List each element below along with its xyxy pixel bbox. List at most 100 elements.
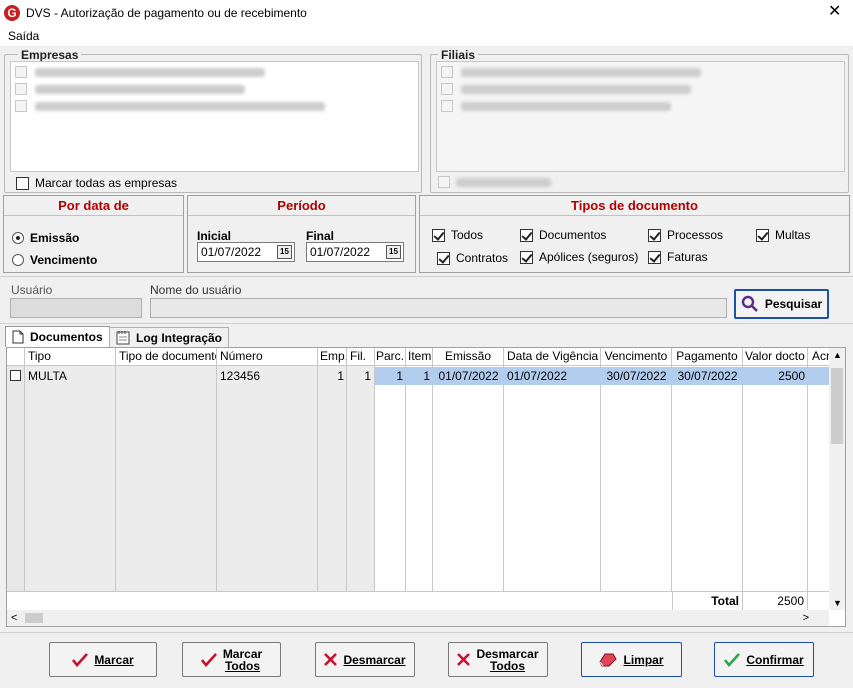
check-icon <box>724 652 741 667</box>
inicial-date-input[interactable]: 01/07/2022 15 <box>197 242 295 262</box>
tipos-title: Tipos de documento <box>420 196 849 216</box>
inicial-date-value: 01/07/2022 <box>201 245 262 259</box>
scroll-right-icon[interactable]: > <box>803 612 809 624</box>
limpar-label: Limpar <box>623 652 664 667</box>
usuario-input[interactable] <box>10 298 142 318</box>
cell-item: 1 <box>423 369 430 383</box>
calendar-icon[interactable]: 15 <box>386 245 401 259</box>
tab-documentos[interactable]: Documentos <box>5 326 110 347</box>
radio-vencimento[interactable]: Vencimento <box>12 253 97 267</box>
column-header-parc[interactable]: Parc. <box>375 348 406 366</box>
tipo-contratos[interactable]: Contratos <box>437 251 508 265</box>
tipo-todos-checkbox[interactable] <box>432 228 445 242</box>
marcar-button[interactable]: Marcar <box>49 642 157 677</box>
cell-vencimento: 30/07/2022 <box>606 369 667 383</box>
empresas-list[interactable] <box>10 61 419 172</box>
tipo-processos[interactable]: Processos <box>648 228 723 242</box>
column-header-vencimento[interactable]: Vencimento <box>601 348 672 366</box>
tipo-documentos-checkbox[interactable] <box>520 228 533 242</box>
column-header-emissao[interactable]: Emissão <box>433 348 504 366</box>
hscroll-thumb[interactable] <box>25 613 43 623</box>
tipo-contratos-checkbox[interactable] <box>437 251 450 265</box>
radio-emissao-button[interactable] <box>12 232 24 244</box>
tipo-todos-label: Todos <box>451 228 484 242</box>
tipo-todos[interactable]: Todos <box>432 228 483 242</box>
column-header-numero[interactable]: Número <box>217 348 318 366</box>
pesquisar-button[interactable]: Pesquisar <box>734 289 829 319</box>
tipo-apolices-checkbox[interactable] <box>520 250 533 264</box>
list-item-checkbox[interactable] <box>15 83 27 95</box>
tipo-processos-checkbox[interactable] <box>648 228 661 242</box>
tipo-faturas-checkbox[interactable] <box>648 250 661 264</box>
tipo-processos-label: Processos <box>667 228 724 242</box>
documents-grid[interactable]: Tipo Tipo de documento Número Emp. Fil. … <box>6 347 846 627</box>
list-item <box>441 65 840 79</box>
calendar-icon[interactable]: 15 <box>277 245 292 259</box>
tab-log-integracao[interactable]: Log Integração <box>109 327 230 347</box>
list-item-checkbox[interactable] <box>15 66 27 78</box>
list-item[interactable] <box>15 82 414 96</box>
total-value: 2500 <box>743 592 808 610</box>
row-checkbox[interactable] <box>10 370 21 381</box>
final-date-value: 01/07/2022 <box>310 245 371 259</box>
column-header-pagamento[interactable]: Pagamento <box>672 348 743 366</box>
tipo-contratos-label: Contratos <box>456 251 509 265</box>
tipo-faturas[interactable]: Faturas <box>648 250 708 264</box>
radio-emissao[interactable]: Emissão <box>12 231 79 245</box>
desmarcar-todos-button[interactable]: Desmarcar Todos <box>448 642 548 677</box>
desmarcar-button[interactable]: Desmarcar <box>315 642 415 677</box>
list-item <box>441 99 840 113</box>
marcar-todos-button[interactable]: Marcar Todos <box>182 642 281 677</box>
column-header-acr[interactable]: Acr <box>808 348 829 366</box>
list-item[interactable] <box>15 65 414 79</box>
check-icon <box>72 652 89 667</box>
x-icon <box>457 653 471 666</box>
column-header-tipo[interactable]: Tipo <box>25 348 116 366</box>
tipo-documentos[interactable]: Documentos <box>520 228 606 242</box>
list-item[interactable] <box>15 99 414 113</box>
total-label: Total <box>672 592 743 610</box>
nome-usuario-label: Nome do usuário <box>150 283 242 297</box>
filiais-legend: Filiais <box>438 48 479 62</box>
cell-pagamento: 30/07/2022 <box>677 369 738 383</box>
scroll-up-icon[interactable]: ▲ <box>833 350 842 360</box>
notepad-icon <box>116 331 130 345</box>
list-item-checkbox[interactable] <box>15 100 27 112</box>
radio-vencimento-button[interactable] <box>12 254 24 266</box>
menu-item-saida[interactable]: Saída <box>8 29 39 43</box>
column-header-fil[interactable]: Fil. <box>347 348 375 366</box>
table-row[interactable]: MULTA 123456 1 1 1 1 01/07/2022 01/07/20… <box>7 367 829 385</box>
tipo-multas-label: Multas <box>775 228 811 242</box>
column-header-tipo-documento[interactable]: Tipo de documento <box>116 348 217 366</box>
limpar-button[interactable]: Limpar <box>581 642 682 677</box>
desmarcar-todos-label: Desmarcar Todos <box>476 648 538 672</box>
window-title: DVS - Autorização de pagamento ou de rec… <box>26 6 307 20</box>
cell-numero: 123456 <box>220 369 261 383</box>
nome-usuario-input[interactable] <box>150 298 727 318</box>
mark-all-filiais <box>438 176 551 188</box>
final-label: Final <box>306 229 335 243</box>
scroll-left-icon[interactable]: < <box>11 612 17 624</box>
cell-fil: 1 <box>364 369 371 383</box>
cell-valor: 2500 <box>778 369 805 383</box>
tipo-multas[interactable]: Multas <box>756 228 810 242</box>
column-header-emp[interactable]: Emp. <box>318 348 347 366</box>
close-icon[interactable]: ✕ <box>828 4 841 20</box>
horizontal-scrollbar[interactable]: < > <box>7 610 829 626</box>
column-header-valor[interactable]: Valor docto <box>743 348 808 366</box>
column-header-item[interactable]: Item <box>406 348 433 366</box>
tipo-multas-checkbox[interactable] <box>756 228 769 242</box>
mark-all-empresas-checkbox[interactable] <box>16 176 29 190</box>
confirmar-button[interactable]: Confirmar <box>714 642 814 677</box>
column-header-vigencia[interactable]: Data de Vigência <box>504 348 601 366</box>
tipo-apolices[interactable]: Apólices (seguros) <box>520 250 638 264</box>
scroll-thumb[interactable] <box>831 368 843 444</box>
empresas-legend: Empresas <box>18 48 82 62</box>
tab-documentos-label: Documentos <box>30 330 103 344</box>
search-icon <box>741 295 758 312</box>
scroll-down-icon[interactable]: ▼ <box>833 598 842 608</box>
vertical-scrollbar[interactable]: ▲ ▼ <box>829 348 845 610</box>
mark-all-empresas[interactable]: Marcar todas as empresas <box>16 176 177 190</box>
final-date-input[interactable]: 01/07/2022 15 <box>306 242 404 262</box>
radio-emissao-label: Emissão <box>30 231 80 245</box>
